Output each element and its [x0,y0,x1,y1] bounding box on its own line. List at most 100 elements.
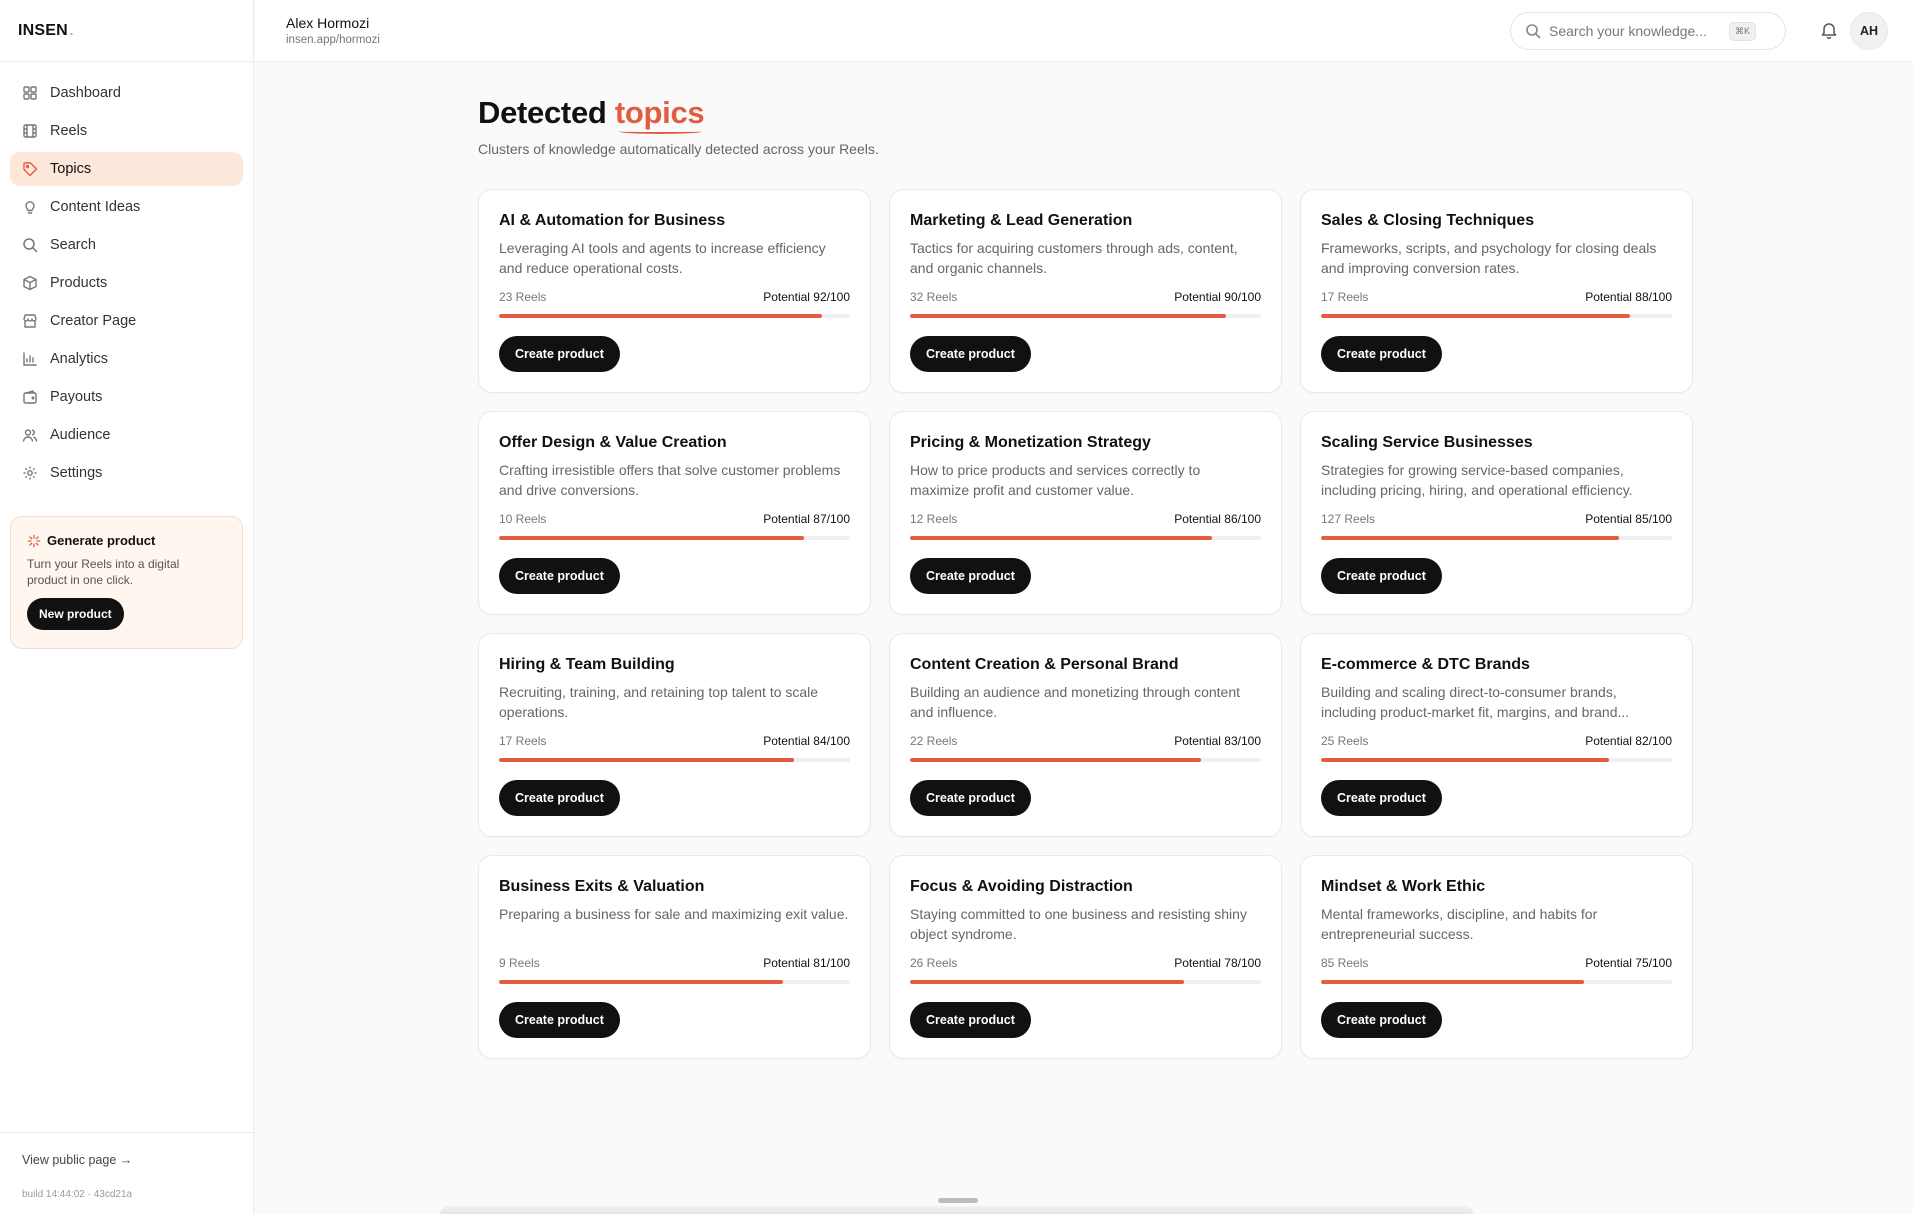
topic-title: AI & Automation for Business [499,212,726,229]
sidebar-item-content-ideas[interactable]: Content Ideas [10,190,243,224]
sidebar-nav: Dashboard Reels Topics Content Ideas Search P… [0,62,253,490]
bell-icon[interactable] [1819,20,1839,40]
topic-reels-count: 26 Reels [910,956,958,970]
sidebar-item-audience[interactable]: Audience [10,418,243,452]
potential-progress-fill [499,314,822,318]
brand-logo[interactable]: INSEN. [0,0,253,62]
topic-potential-score: Potential 88/100 [1585,290,1672,304]
topic-card[interactable]: E-commerce & DTC Brands Building and scal… [1300,633,1693,837]
topic-card[interactable]: Pricing & Monetization Strategy How to pr… [889,411,1282,615]
topic-title: Content Creation & Personal Brand [910,656,1179,673]
sidebar-item-settings[interactable]: Settings [10,456,243,490]
sidebar-item-reels[interactable]: Reels [10,114,243,148]
create-product-button[interactable]: Create product [1321,558,1442,594]
create-product-button[interactable]: Create product [910,558,1031,594]
topic-meta: 17 Reels Potential 88/100 [1321,290,1672,306]
view-public-page-link[interactable]: View public page → [22,1153,232,1167]
topic-potential-score: Potential 82/100 [1585,734,1672,748]
user-url[interactable]: insen.app/hormozi [286,34,380,46]
sidebar-item-search[interactable]: Search [10,228,243,262]
topic-title: Sales & Closing Techniques [1321,212,1535,229]
create-product-button[interactable]: Create product [1321,780,1442,816]
create-product-button[interactable]: Create product [499,336,620,372]
topic-meta: 23 Reels Potential 92/100 [499,290,850,306]
topic-card[interactable]: Marketing & Lead Generation Tactics for a… [889,189,1282,393]
create-product-button[interactable]: Create product [499,780,620,816]
topic-potential-score: Potential 86/100 [1174,512,1261,526]
topic-card[interactable]: Offer Design & Value Creation Crafting ir… [478,411,871,615]
create-product-button[interactable]: Create product [910,336,1031,372]
build-info: build 14:44:02 · 43cd21a [22,1189,133,1200]
topic-potential-score: Potential 90/100 [1174,290,1261,304]
potential-progress-fill [1321,980,1585,984]
topic-card[interactable]: Focus & Avoiding Distraction Staying comm… [889,855,1282,1059]
create-product-button[interactable]: Create product [910,780,1031,816]
create-product-button[interactable]: Create product [499,1002,620,1038]
topic-card[interactable]: AI & Automation for Business Leveraging A… [478,189,871,393]
sidebar-item-topics[interactable]: Topics [10,152,243,186]
gear-icon [22,465,38,481]
user-avatar[interactable]: AH [1850,12,1888,50]
scroll-handle[interactable] [938,1198,978,1203]
sidebar-item-label: Reels [50,123,88,139]
topic-description: Building and scaling direct-to-consumer … [1321,684,1630,720]
potential-progress-fill [910,980,1184,984]
topic-potential-score: Potential 85/100 [1585,512,1672,526]
topic-description: Leveraging AI tools and agents to increa… [499,240,826,276]
topic-description: Staying committed to one business and re… [910,906,1247,942]
sidebar-item-analytics[interactable]: Analytics [10,342,243,376]
page-title-prefix: Detected [478,95,607,130]
create-product-button[interactable]: Create product [910,1002,1031,1038]
create-product-button[interactable]: Create product [1321,336,1442,372]
topic-description: Preparing a business for sale and maximi… [499,906,849,922]
generate-product-card: Generate product Turn your Reels into a … [10,516,243,649]
topic-description: How to price products and services corre… [910,462,1201,498]
wallet-icon [22,389,38,405]
tag-icon [22,161,38,177]
search-shortcut-badge: ⌘K [1729,21,1757,41]
search-input[interactable] [1549,23,1721,39]
potential-progress-fill [1321,536,1620,540]
topic-card[interactable]: Business Exits & Valuation Preparing a bu… [478,855,871,1059]
sidebar-item-label: Dashboard [50,85,121,101]
topic-card[interactable]: Hiring & Team Building Recruiting, traini… [478,633,871,837]
new-product-button[interactable]: New product [27,598,124,630]
sidebar-item-payouts[interactable]: Payouts [10,380,243,414]
topic-reels-count: 10 Reels [499,512,547,526]
sidebar-item-products[interactable]: Products [10,266,243,300]
main-content: Detected topics Clusters of knowledge au… [478,62,1694,1059]
topic-card[interactable]: Scaling Service Businesses Strategies for… [1300,411,1693,615]
topic-reels-count: 23 Reels [499,290,547,304]
topic-meta: 25 Reels Potential 82/100 [1321,734,1672,750]
topic-description: Mental frameworks, discipline, and habit… [1321,906,1598,942]
sidebar-item-label: Settings [50,465,103,481]
topic-title: E-commerce & DTC Brands [1321,656,1530,673]
topic-description: Crafting irresistible offers that solve … [499,462,841,498]
topic-card[interactable]: Content Creation & Personal Brand Buildin… [889,633,1282,837]
potential-progress-bar [499,536,850,540]
topic-meta: 26 Reels Potential 78/100 [910,956,1261,972]
brand-name: INSEN [18,21,68,39]
bottom-sheet-edge [440,1206,1473,1214]
search-bar[interactable]: ⌘K [1510,12,1786,50]
potential-progress-bar [910,314,1261,318]
potential-progress-fill [910,536,1212,540]
sidebar-item-label: Payouts [50,389,103,405]
topic-meta: 10 Reels Potential 87/100 [499,512,850,528]
topic-potential-score: Potential 92/100 [763,290,850,304]
potential-progress-bar [499,758,850,762]
grid-icon [22,85,38,101]
search-icon [1525,23,1541,39]
sidebar-item-label: Content Ideas [50,199,141,215]
potential-progress-bar [1321,758,1672,762]
create-product-button[interactable]: Create product [1321,1002,1442,1038]
create-product-button[interactable]: Create product [499,558,620,594]
sidebar-item-label: Creator Page [50,313,137,329]
topic-card[interactable]: Sales & Closing Techniques Frameworks, sc… [1300,189,1693,393]
sidebar-item-dashboard[interactable]: Dashboard [10,76,243,110]
topic-reels-count: 25 Reels [1321,734,1369,748]
topic-card[interactable]: Mindset & Work Ethic Mental frameworks, d… [1300,855,1693,1059]
sidebar: INSEN. Dashboard Reels Topics Content Ideas… [0,0,254,1214]
sidebar-item-label: Analytics [50,351,109,367]
sidebar-item-creator-page[interactable]: Creator Page [10,304,243,338]
